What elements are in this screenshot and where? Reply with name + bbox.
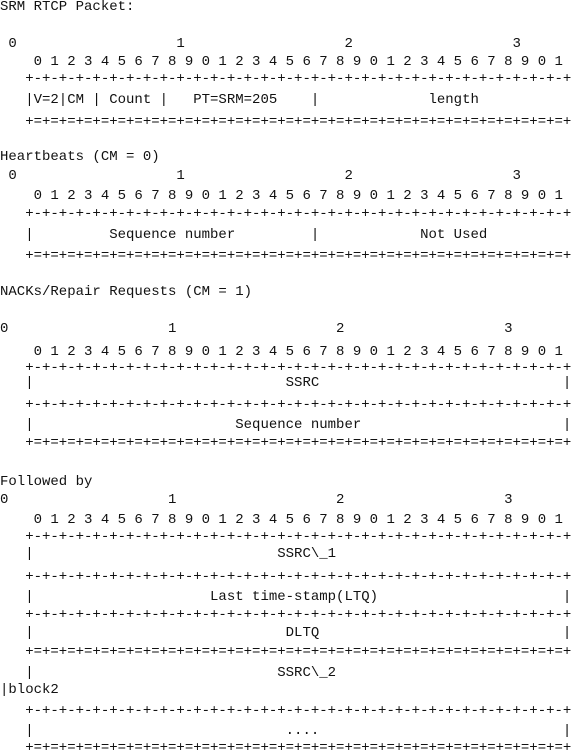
header-fields-row: |V=2|CM | Count | PT=SRM=205 | length | (0, 92, 573, 108)
field-border: +-+-+-+-+-+-+-+-+-+-+-+-+-+-+-+-+-+-+-+-… (0, 206, 572, 222)
ssrc-row: | SSRC | (0, 375, 572, 391)
section-heading: NACKs/Repair Requests (CM = 1) (0, 284, 253, 300)
ssrc-2-row: | SSRC\_2 (0, 665, 337, 681)
field-border: +-+-+-+-+-+-+-+-+-+-+-+-+-+-+-+-+-+-+-+-… (0, 71, 572, 87)
ellipsis-row: | .... | (0, 723, 572, 739)
section-heading: Heartbeats (CM = 0) (0, 149, 160, 165)
bit-index-ruler: 0 1 2 3 4 5 6 7 8 9 0 1 2 3 4 5 6 7 8 9 … (0, 188, 563, 204)
word-offset-ruler: 0 1 2 3 (0, 321, 513, 337)
block2-label: |block2 (0, 682, 59, 698)
sequence-number-row: | Sequence number | Not Used | (0, 227, 573, 243)
section-heading: SRM RTCP Packet: (0, 0, 135, 15)
field-border: +-+-+-+-+-+-+-+-+-+-+-+-+-+-+-+-+-+-+-+-… (0, 607, 572, 623)
field-border: +=+=+=+=+=+=+=+=+=+=+=+=+=+=+=+=+=+=+=+=… (0, 644, 572, 660)
dltq-row: | DLTQ | (0, 625, 572, 641)
field-border: +-+-+-+-+-+-+-+-+-+-+-+-+-+-+-+-+-+-+-+-… (0, 360, 572, 376)
field-border: +-+-+-+-+-+-+-+-+-+-+-+-+-+-+-+-+-+-+-+-… (0, 397, 572, 413)
sequence-number-row: | Sequence number | (0, 417, 572, 433)
field-border-end: +=+=+=+=+=+=+=+=+=+=+=+=+=+=+=+=+=+=+=+=… (0, 740, 572, 756)
field-border-end: +=+=+=+=+=+=+=+=+=+=+=+=+=+=+=+=+=+=+=+=… (0, 435, 572, 451)
field-border: +-+-+-+-+-+-+-+-+-+-+-+-+-+-+-+-+-+-+-+-… (0, 703, 572, 719)
bit-index-ruler: 0 1 2 3 4 5 6 7 8 9 0 1 2 3 4 5 6 7 8 9 … (0, 512, 563, 528)
packet-format-document: SRM RTCP Packet: 0 1 2 3 0 1 2 3 4 5 6 7… (0, 0, 573, 756)
bit-index-ruler: 0 1 2 3 4 5 6 7 8 9 0 1 2 3 4 5 6 7 8 9 … (0, 344, 563, 360)
field-border-end: +=+=+=+=+=+=+=+=+=+=+=+=+=+=+=+=+=+=+=+=… (0, 114, 572, 130)
field-border: +-+-+-+-+-+-+-+-+-+-+-+-+-+-+-+-+-+-+-+-… (0, 569, 572, 585)
last-timestamp-row: | Last time-stamp(LTQ) | (0, 589, 572, 605)
word-offset-ruler: 0 1 2 3 (0, 168, 521, 184)
field-border: +-+-+-+-+-+-+-+-+-+-+-+-+-+-+-+-+-+-+-+-… (0, 529, 572, 545)
word-offset-ruler: 0 1 2 3 (0, 492, 513, 508)
section-heading: Followed by (0, 474, 93, 490)
word-offset-ruler: 0 1 2 3 (0, 36, 521, 52)
bit-index-ruler: 0 1 2 3 4 5 6 7 8 9 0 1 2 3 4 5 6 7 8 9 … (0, 54, 563, 70)
field-border-end: +=+=+=+=+=+=+=+=+=+=+=+=+=+=+=+=+=+=+=+=… (0, 248, 572, 264)
ssrc-1-row: | SSRC\_1 | (0, 546, 573, 562)
